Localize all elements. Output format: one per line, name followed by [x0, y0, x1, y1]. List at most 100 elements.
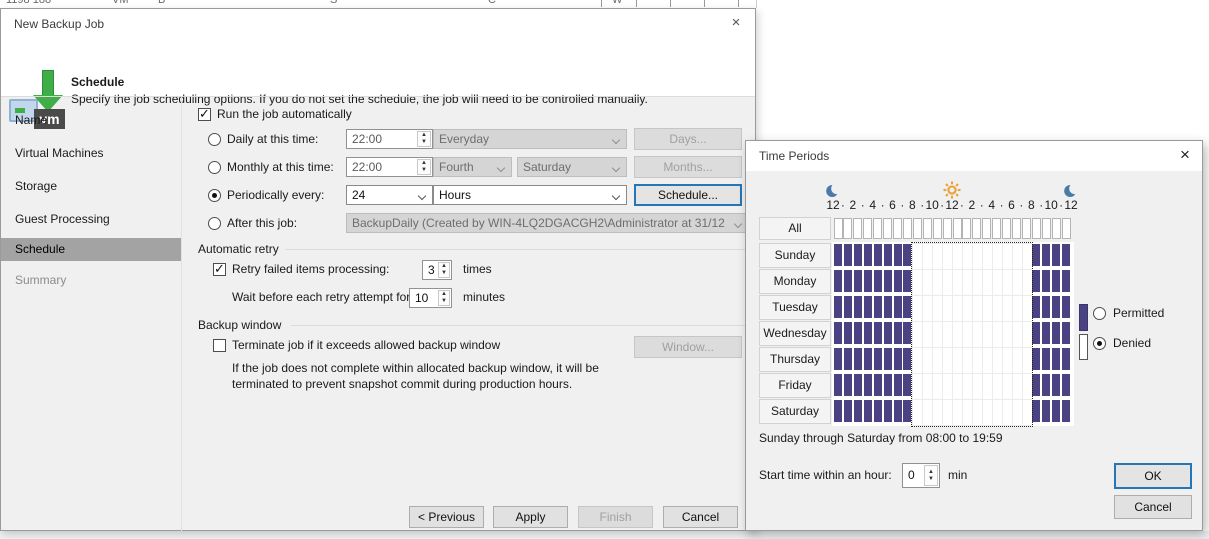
spinner-up-icon[interactable]: ▲ [928, 469, 934, 476]
retry-count-input[interactable]: 3 ▲▼ [422, 260, 452, 280]
schedule-cell-permitted[interactable] [874, 322, 882, 344]
permitted-radio[interactable] [1093, 307, 1106, 320]
schedule-button[interactable]: Schedule... [634, 184, 742, 206]
spinner-up-icon[interactable]: ▲ [441, 291, 447, 298]
grid-row-thursday[interactable]: Thursday [759, 347, 831, 372]
hour-column-header[interactable] [834, 218, 843, 239]
schedule-cell-permitted[interactable] [854, 296, 862, 318]
schedule-cell-permitted[interactable] [1032, 244, 1040, 266]
schedule-cell-permitted[interactable] [884, 270, 892, 292]
hour-column-header[interactable] [943, 218, 952, 239]
schedule-cell-permitted[interactable] [1062, 296, 1070, 318]
hour-column-header[interactable] [1062, 218, 1071, 239]
schedule-cell-permitted[interactable] [844, 296, 852, 318]
spinner-down-icon[interactable]: ▼ [441, 270, 447, 277]
spinner-down-icon[interactable]: ▼ [421, 139, 427, 146]
schedule-cell-permitted[interactable] [864, 374, 872, 396]
grid-row-monday[interactable]: Monday [759, 269, 831, 294]
schedule-cell-permitted[interactable] [1032, 296, 1040, 318]
schedule-cell-permitted[interactable] [854, 348, 862, 370]
schedule-cell-permitted[interactable] [1052, 348, 1060, 370]
retry-count-spinner[interactable]: ▲▼ [438, 262, 450, 278]
spinner-up-icon[interactable]: ▲ [421, 132, 427, 139]
periodically-unit-dropdown[interactable]: Hours [433, 185, 627, 205]
schedule-cell-permitted[interactable] [834, 322, 842, 344]
schedule-cell-permitted[interactable] [1042, 348, 1050, 370]
schedule-cell-permitted[interactable] [854, 244, 862, 266]
schedule-cell-permitted[interactable] [1062, 244, 1070, 266]
schedule-cell-permitted[interactable] [1032, 322, 1040, 344]
monthly-time-input[interactable]: 22:00 ▲▼ [346, 157, 433, 177]
hour-column-header[interactable] [1032, 218, 1041, 239]
spinner-down-icon[interactable]: ▼ [421, 167, 427, 174]
hour-column-header[interactable] [883, 218, 892, 239]
schedule-cell-permitted[interactable] [864, 348, 872, 370]
hour-column-header[interactable] [953, 218, 962, 239]
schedule-cell-permitted[interactable] [884, 348, 892, 370]
hour-column-header[interactable] [853, 218, 862, 239]
schedule-cell-permitted[interactable] [894, 322, 902, 344]
schedule-cell-permitted[interactable] [1052, 374, 1060, 396]
spinner-down-icon[interactable]: ▼ [441, 298, 447, 305]
schedule-cell-permitted[interactable] [864, 244, 872, 266]
hour-column-header[interactable] [873, 218, 882, 239]
start-time-input[interactable]: 0 ▲▼ [902, 463, 940, 488]
spinner-up-icon[interactable]: ▲ [441, 263, 447, 270]
schedule-cell-permitted[interactable] [1042, 296, 1050, 318]
previous-button[interactable]: < Previous [409, 506, 484, 528]
hour-column-header[interactable] [923, 218, 932, 239]
hour-column-header[interactable] [1052, 218, 1061, 239]
ok-button[interactable]: OK [1114, 463, 1192, 489]
schedule-cell-permitted[interactable] [864, 400, 872, 422]
retry-checkbox[interactable]: ✓ [213, 263, 226, 276]
schedule-cell-permitted[interactable] [834, 296, 842, 318]
after-job-radio[interactable] [208, 217, 221, 230]
schedule-cell-permitted[interactable] [874, 296, 882, 318]
schedule-cell-permitted[interactable] [844, 244, 852, 266]
wizard-titlebar[interactable]: New Backup Job × [1, 9, 755, 39]
schedule-cell-permitted[interactable] [834, 270, 842, 292]
schedule-cell-permitted[interactable] [1042, 270, 1050, 292]
schedule-cell-permitted[interactable] [864, 270, 872, 292]
hour-column-header[interactable] [982, 218, 991, 239]
schedule-cell-permitted[interactable] [884, 296, 892, 318]
time-periods-titlebar[interactable]: Time Periods × [746, 141, 1202, 171]
sidebar-item-storage[interactable]: Storage [15, 179, 57, 193]
schedule-cell-permitted[interactable] [1052, 322, 1060, 344]
apply-button[interactable]: Apply [493, 506, 568, 528]
start-time-spinner[interactable]: ▲▼ [924, 465, 938, 486]
schedule-cell-permitted[interactable] [854, 400, 862, 422]
grid-row-wednesday[interactable]: Wednesday [759, 321, 831, 346]
sidebar-item-virtual-machines[interactable]: Virtual Machines [15, 146, 104, 160]
schedule-cell-permitted[interactable] [874, 374, 882, 396]
cancel-button[interactable]: Cancel [663, 506, 738, 528]
hour-column-header[interactable] [1042, 218, 1051, 239]
schedule-cell-permitted[interactable] [894, 296, 902, 318]
grid-row-saturday[interactable]: Saturday [759, 399, 831, 424]
hour-column-header[interactable] [893, 218, 902, 239]
schedule-cell-permitted[interactable] [844, 270, 852, 292]
grid-row-all[interactable]: All [759, 217, 831, 240]
schedule-cell-permitted[interactable] [864, 296, 872, 318]
schedule-cell-permitted[interactable] [894, 374, 902, 396]
spinner-down-icon[interactable]: ▼ [928, 476, 934, 483]
run-automatically-checkbox[interactable]: ✓ [198, 108, 211, 121]
monthly-time-spinner[interactable]: ▲▼ [417, 159, 431, 175]
schedule-cell-permitted[interactable] [1042, 322, 1050, 344]
schedule-cell-permitted[interactable] [854, 270, 862, 292]
schedule-cell-permitted[interactable] [834, 348, 842, 370]
hour-column-header[interactable] [933, 218, 942, 239]
hour-column-header[interactable] [962, 218, 971, 239]
sidebar-item-name[interactable]: Name [15, 113, 47, 127]
wizard-close-icon[interactable]: × [727, 14, 745, 32]
schedule-cell-permitted[interactable] [1062, 322, 1070, 344]
grid-row-tuesday[interactable]: Tuesday [759, 295, 831, 320]
hour-column-header[interactable] [1022, 218, 1031, 239]
schedule-cell-permitted[interactable] [844, 400, 852, 422]
schedule-cell-permitted[interactable] [834, 374, 842, 396]
schedule-cell-permitted[interactable] [894, 244, 902, 266]
periodically-radio[interactable] [208, 189, 221, 202]
hour-column-header[interactable] [1012, 218, 1021, 239]
hour-column-header[interactable] [1002, 218, 1011, 239]
terminate-checkbox[interactable] [213, 339, 226, 352]
